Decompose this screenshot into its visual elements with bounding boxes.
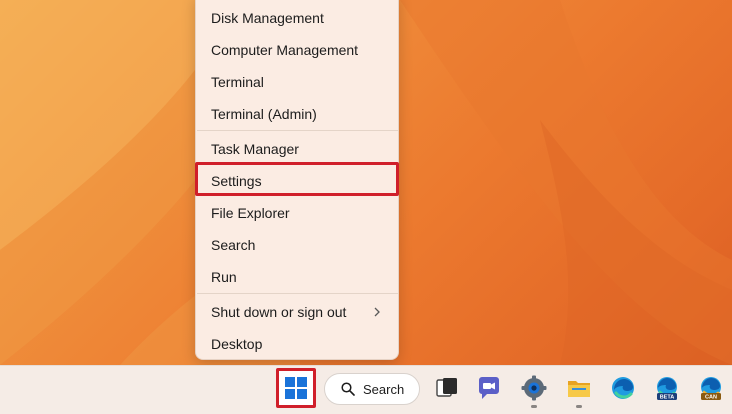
start-button[interactable] xyxy=(276,368,316,408)
menu-item-label: Terminal (Admin) xyxy=(211,106,317,122)
edge-beta-icon[interactable]: BETA xyxy=(654,375,680,401)
task-view-icon[interactable] xyxy=(434,375,460,401)
search-label: Search xyxy=(363,381,405,397)
windows-logo-icon xyxy=(285,377,307,399)
menu-item-label: Run xyxy=(211,269,237,285)
teams-chat-icon[interactable] xyxy=(476,375,502,401)
menu-separator xyxy=(197,293,398,294)
menu-item-label: Desktop xyxy=(211,336,263,352)
menu-item-label: Disk Management xyxy=(211,10,324,26)
running-indicator xyxy=(576,405,582,408)
menu-item-run[interactable]: Run xyxy=(196,261,398,293)
menu-item-label: Terminal xyxy=(211,74,264,90)
menu-item-disk-management[interactable]: Disk Management xyxy=(196,2,398,34)
settings-highlight-box xyxy=(195,162,399,196)
menu-item-label: Computer Management xyxy=(211,42,359,58)
menu-item-label: Shut down or sign out xyxy=(211,304,347,320)
settings-gear-icon[interactable] xyxy=(521,375,547,401)
edge-canary-badge: CAN xyxy=(705,395,717,401)
menu-item-computer-management[interactable]: Computer Management xyxy=(196,34,398,66)
taskbar-search-box[interactable]: Search xyxy=(324,373,420,405)
edge-icon[interactable] xyxy=(610,375,636,401)
menu-item-label: Search xyxy=(211,237,256,253)
menu-item-file-explorer[interactable]: File Explorer xyxy=(196,197,398,229)
edge-canary-icon[interactable]: CAN xyxy=(698,375,724,401)
chevron-right-icon xyxy=(374,307,380,317)
menu-item-shut-down-or-sign-out[interactable]: Shut down or sign out xyxy=(196,296,398,328)
edge-beta-badge: BETA xyxy=(660,395,675,401)
running-indicator xyxy=(531,405,537,408)
menu-item-terminal-admin[interactable]: Terminal (Admin) xyxy=(196,98,398,130)
menu-separator xyxy=(197,130,398,131)
menu-item-label: Task Manager xyxy=(211,141,299,157)
file-explorer-icon[interactable] xyxy=(566,375,592,401)
menu-item-desktop[interactable]: Desktop xyxy=(196,328,398,360)
menu-item-search[interactable]: Search xyxy=(196,229,398,261)
menu-item-label: File Explorer xyxy=(211,205,290,221)
menu-item-terminal[interactable]: Terminal xyxy=(196,66,398,98)
search-icon xyxy=(341,382,355,396)
menu-item-task-manager[interactable]: Task Manager xyxy=(196,133,398,165)
